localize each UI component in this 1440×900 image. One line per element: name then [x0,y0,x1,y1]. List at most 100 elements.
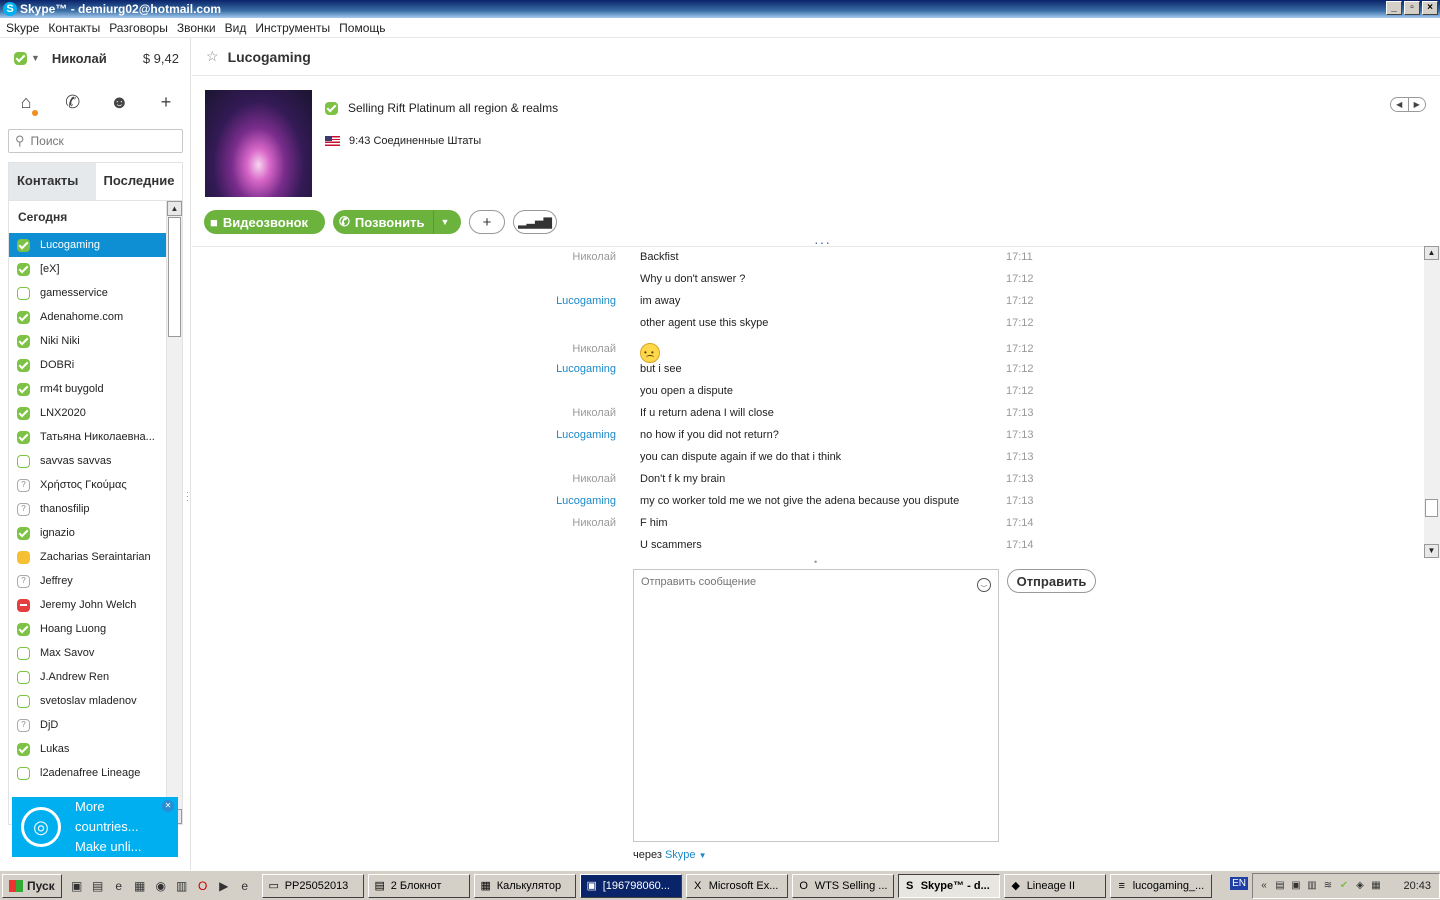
tray-wifi-icon[interactable]: ≋ [1321,879,1335,893]
taskbar-button[interactable]: O WTS Selling ... [791,873,894,898]
contact-item[interactable]: Hoang Luong [9,617,166,641]
close-button[interactable]: × [1422,1,1438,15]
menu-tools[interactable]: Инструменты [255,21,330,35]
taskbar-button[interactable]: ≡ lucogaming_... [1109,873,1212,898]
contact-item[interactable]: ? DjD [9,713,166,737]
tray-app-icon[interactable]: ▦ [1369,879,1383,893]
scroll-down-icon[interactable]: ▼ [1424,544,1439,558]
scroll-up-icon[interactable]: ▲ [1424,246,1439,260]
pane-splitter[interactable]: · · · [186,488,189,505]
scroll-up-icon[interactable]: ▲ [167,201,182,216]
contact-item[interactable]: gamesservice [9,281,166,305]
home-icon[interactable]: ⌂ [14,92,38,116]
taskbar-button[interactable]: X Microsoft Ex... [685,873,788,898]
promo-banner[interactable]: ◎ More countries... Make unli... ✕ [12,797,178,857]
language-indicator[interactable]: EN [1230,877,1248,890]
status-dropdown-icon[interactable]: ▼ [31,53,40,63]
close-promo-icon[interactable]: ✕ [162,800,174,812]
tab-recent[interactable]: Последние [95,163,182,200]
message-input[interactable] [641,576,971,616]
tray-expand-icon[interactable]: « [1257,879,1271,893]
search-box[interactable]: ⚲ [8,129,183,153]
tray-skype-icon[interactable]: ✔ [1337,879,1351,893]
contact-item[interactable]: Max Savov [9,641,166,665]
minimize-button[interactable]: _ [1386,1,1402,15]
tray-network-icon[interactable]: ▥ [1305,879,1319,893]
quicklaunch-app-icon[interactable]: ▦ [131,877,149,895]
contact-item[interactable]: Lucogaming [9,233,166,257]
emoticon-icon[interactable]: ‿ [977,578,991,592]
skype-credit-balance[interactable]: $ 9,42 [143,51,179,66]
quicklaunch-ie-icon[interactable]: e [110,877,128,895]
send-button[interactable]: Отправить [1007,569,1096,593]
add-button[interactable]: + [469,210,505,234]
call-dropdown-icon[interactable]: ▼ [433,210,455,234]
quicklaunch-app-icon[interactable]: ▣ [68,877,86,895]
phone-icon[interactable]: ✆ [61,92,85,116]
menu-help[interactable]: Помощь [339,21,385,35]
scroll-thumb[interactable] [168,217,181,337]
contact-item[interactable]: [eX] [9,257,166,281]
menu-calls[interactable]: Звонки [177,21,216,35]
call-button[interactable]: ✆ Позвонить ▼ [333,210,461,234]
message-sender[interactable]: Николай [496,339,616,359]
add-contact-icon[interactable]: + [154,92,178,116]
taskbar-button[interactable]: ◆ Lineage II [1003,873,1106,898]
contact-item[interactable]: Zacharias Seraintarian [9,545,166,569]
contact-avatar[interactable] [205,90,312,197]
contact-item[interactable]: LNX2020 [9,401,166,425]
quicklaunch-player-icon[interactable]: ▶ [215,877,233,895]
tray-app-icon[interactable]: ◈ [1353,879,1367,893]
contact-item[interactable]: Lukas [9,737,166,761]
menu-contacts[interactable]: Контакты [48,21,100,35]
via-service-select[interactable]: Skype [665,849,696,861]
contact-item[interactable]: ? thanosfilip [9,497,166,521]
taskbar-button[interactable]: ▣ [196798060... [579,873,682,898]
tab-contacts[interactable]: Контакты [9,163,96,200]
maximize-button[interactable]: ▫ [1404,1,1420,15]
quicklaunch-app-icon[interactable]: ▥ [173,877,191,895]
call-quality-button[interactable]: ▂▃▅▇ [513,210,557,234]
menu-conversations[interactable]: Разговоры [109,21,168,35]
start-button[interactable]: Пуск [2,873,62,898]
scroll-thumb[interactable] [1425,499,1438,517]
message-sender[interactable]: Lucogaming [496,291,616,311]
favorite-star-icon[interactable]: ☆ [206,48,219,65]
message-sender[interactable]: Lucogaming [496,491,616,511]
prev-arrow-icon[interactable]: ◀ [1391,98,1409,111]
group-icon[interactable]: ☻ [107,92,131,116]
contact-item[interactable]: DOBRi [9,353,166,377]
menu-view[interactable]: Вид [225,21,247,35]
message-sender[interactable]: Lucogaming [496,359,616,379]
video-call-button[interactable]: ■ Видеозвонок [204,210,325,234]
message-sender[interactable]: Николай [496,469,616,489]
message-scrollbar[interactable]: ▲ ▼ [1424,246,1440,558]
contact-item[interactable]: J.Andrew Ren [9,665,166,689]
taskbar-button[interactable]: ▭ PP25052013 [261,873,364,898]
contact-item[interactable]: rm4t buygold [9,377,166,401]
contact-item[interactable]: Jeremy John Welch [9,593,166,617]
profile-name[interactable]: Николай [52,51,107,66]
message-sender[interactable]: Николай [496,247,616,267]
contact-item[interactable]: ignazio [9,521,166,545]
via-dropdown-icon[interactable]: ▼ [699,851,707,860]
message-sender[interactable]: Николай [496,513,616,533]
taskbar-button[interactable]: ▦ Калькулятор [473,873,576,898]
contact-item[interactable]: Adenahome.com [9,305,166,329]
tray-app-icon[interactable]: ▤ [1273,879,1287,893]
contact-list-scrollbar[interactable]: ▲ ▼ [166,201,182,824]
contact-item[interactable]: savvas savvas [9,449,166,473]
taskbar-button[interactable]: S Skype™ - d... [897,873,1000,898]
contact-item[interactable]: svetoslav mladenov [9,689,166,713]
contact-item[interactable]: ? Jeffrey [9,569,166,593]
tray-app-icon[interactable]: ▣ [1289,879,1303,893]
menu-skype[interactable]: Skype [6,21,39,35]
input-resize-handle[interactable]: • [814,557,817,567]
quicklaunch-opera-icon[interactable]: O [194,877,212,895]
quicklaunch-chrome-icon[interactable]: ◉ [152,877,170,895]
contact-item[interactable]: ? Χρήστος Γκούμας [9,473,166,497]
taskbar-button[interactable]: ▤ 2 Блокнот [367,873,470,898]
search-input[interactable] [30,134,171,148]
message-sender[interactable]: Lucogaming [496,425,616,445]
message-sender[interactable]: Николай [496,403,616,423]
